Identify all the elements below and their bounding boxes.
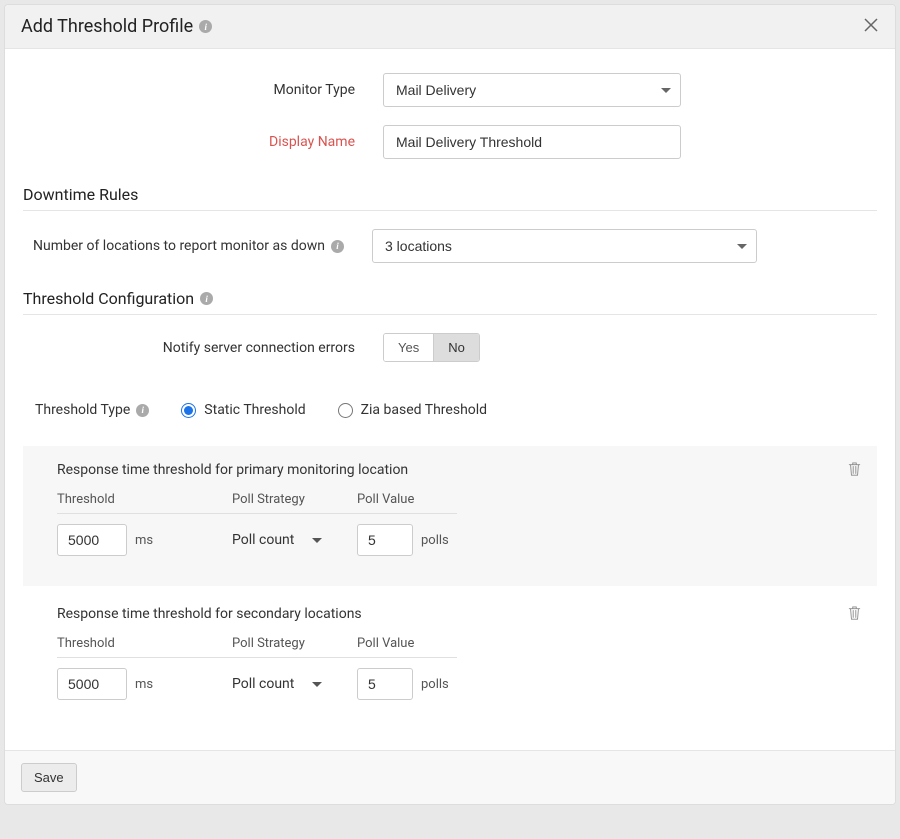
modal-title: Add Threshold Profile i [21,16,212,37]
monitor-type-label: Monitor Type [23,82,383,98]
locations-label-text: Number of locations to report monitor as… [33,238,325,254]
modal-title-text: Add Threshold Profile [21,16,193,37]
modal-header: Add Threshold Profile i [5,5,895,49]
save-button[interactable]: Save [21,763,77,792]
delete-primary-button[interactable] [846,460,863,481]
display-name-input[interactable] [383,125,681,159]
primary-pollvalue-input[interactable] [357,524,413,556]
locations-row: Number of locations to report monitor as… [23,229,877,263]
notify-label: Notify server connection errors [23,340,383,356]
info-icon[interactable]: i [199,20,212,33]
primary-card-title: Response time threshold for primary moni… [57,462,859,478]
monitor-type-row: Monitor Type Mail Delivery [23,73,877,107]
monitor-type-select-wrapper: Mail Delivery [383,73,681,107]
secondary-pollstrategy-header: Poll Strategy [232,636,357,657]
downtime-rules-section-title: Downtime Rules [23,185,877,211]
primary-pollvalue-header: Poll Value [357,492,457,513]
notify-no-button[interactable]: No [433,334,479,361]
zia-threshold-radio[interactable]: Zia based Threshold [338,402,487,418]
downtime-rules-title-text: Downtime Rules [23,185,138,204]
threshold-type-label: Threshold Type i [35,402,149,418]
primary-pollvalue-cell: polls [357,524,497,556]
threshold-config-section-title: Threshold Configuration i [23,289,877,315]
display-name-label: Display Name [23,134,383,150]
chevron-down-icon [312,676,322,692]
primary-threshold-cell: ms [57,524,232,556]
trash-icon [848,606,861,620]
primary-pollstrategy-cell: Poll count [232,532,357,548]
delete-secondary-button[interactable] [846,604,863,625]
notify-row: Notify server connection errors Yes No [23,333,877,362]
secondary-pollvalue-header: Poll Value [357,636,457,657]
info-icon[interactable]: i [136,404,149,417]
close-button[interactable] [859,13,883,40]
secondary-threshold-cell: ms [57,668,232,700]
secondary-threshold-header: Threshold [57,636,232,657]
notify-toggle: Yes No [383,333,480,362]
secondary-headers: Threshold Poll Strategy Poll Value [57,636,457,658]
modal-footer: Save [5,750,895,804]
secondary-threshold-unit: ms [135,677,153,692]
notify-yes-button[interactable]: Yes [384,334,433,361]
primary-pollstrategy-select[interactable]: Poll count [232,532,322,548]
primary-threshold-input[interactable] [57,524,127,556]
monitor-type-select[interactable]: Mail Delivery [383,73,681,107]
secondary-card-title: Response time threshold for secondary lo… [57,606,859,622]
locations-select[interactable]: 3 locations [372,229,757,263]
secondary-pollvalue-cell: polls [357,668,497,700]
close-icon [863,17,879,33]
secondary-threshold-card: Response time threshold for secondary lo… [23,590,877,730]
threshold-config-title-text: Threshold Configuration [23,289,194,308]
secondary-pollstrategy-value: Poll count [232,676,294,692]
trash-icon [848,462,861,476]
modal-body: Monitor Type Mail Delivery Display Name … [5,49,895,750]
secondary-threshold-input[interactable] [57,668,127,700]
static-threshold-radio-input[interactable] [181,403,196,418]
secondary-value-row: ms Poll count polls [57,668,859,700]
primary-headers: Threshold Poll Strategy Poll Value [57,492,457,514]
secondary-pollstrategy-cell: Poll count [232,676,357,692]
chevron-down-icon [312,532,322,548]
secondary-pollstrategy-select[interactable]: Poll count [232,676,322,692]
primary-pollstrategy-value: Poll count [232,532,294,548]
threshold-profile-modal: Add Threshold Profile i Monitor Type Mai… [4,4,896,805]
threshold-type-label-text: Threshold Type [35,402,130,418]
primary-threshold-header: Threshold [57,492,232,513]
primary-threshold-unit: ms [135,533,153,548]
info-icon[interactable]: i [331,240,344,253]
primary-threshold-card: Response time threshold for primary moni… [23,446,877,586]
zia-threshold-radio-input[interactable] [338,403,353,418]
threshold-type-row: Threshold Type i Static Threshold Zia ba… [23,402,877,418]
static-threshold-label: Static Threshold [204,402,305,418]
locations-select-wrapper: 3 locations [372,229,757,263]
zia-threshold-label: Zia based Threshold [361,402,487,418]
info-icon[interactable]: i [200,292,213,305]
static-threshold-radio[interactable]: Static Threshold [181,402,305,418]
primary-value-row: ms Poll count polls [57,524,859,556]
primary-pollstrategy-header: Poll Strategy [232,492,357,513]
secondary-pollvalue-unit: polls [421,677,449,692]
primary-pollvalue-unit: polls [421,533,449,548]
secondary-pollvalue-input[interactable] [357,668,413,700]
display-name-row: Display Name [23,125,877,159]
locations-label: Number of locations to report monitor as… [23,238,344,254]
